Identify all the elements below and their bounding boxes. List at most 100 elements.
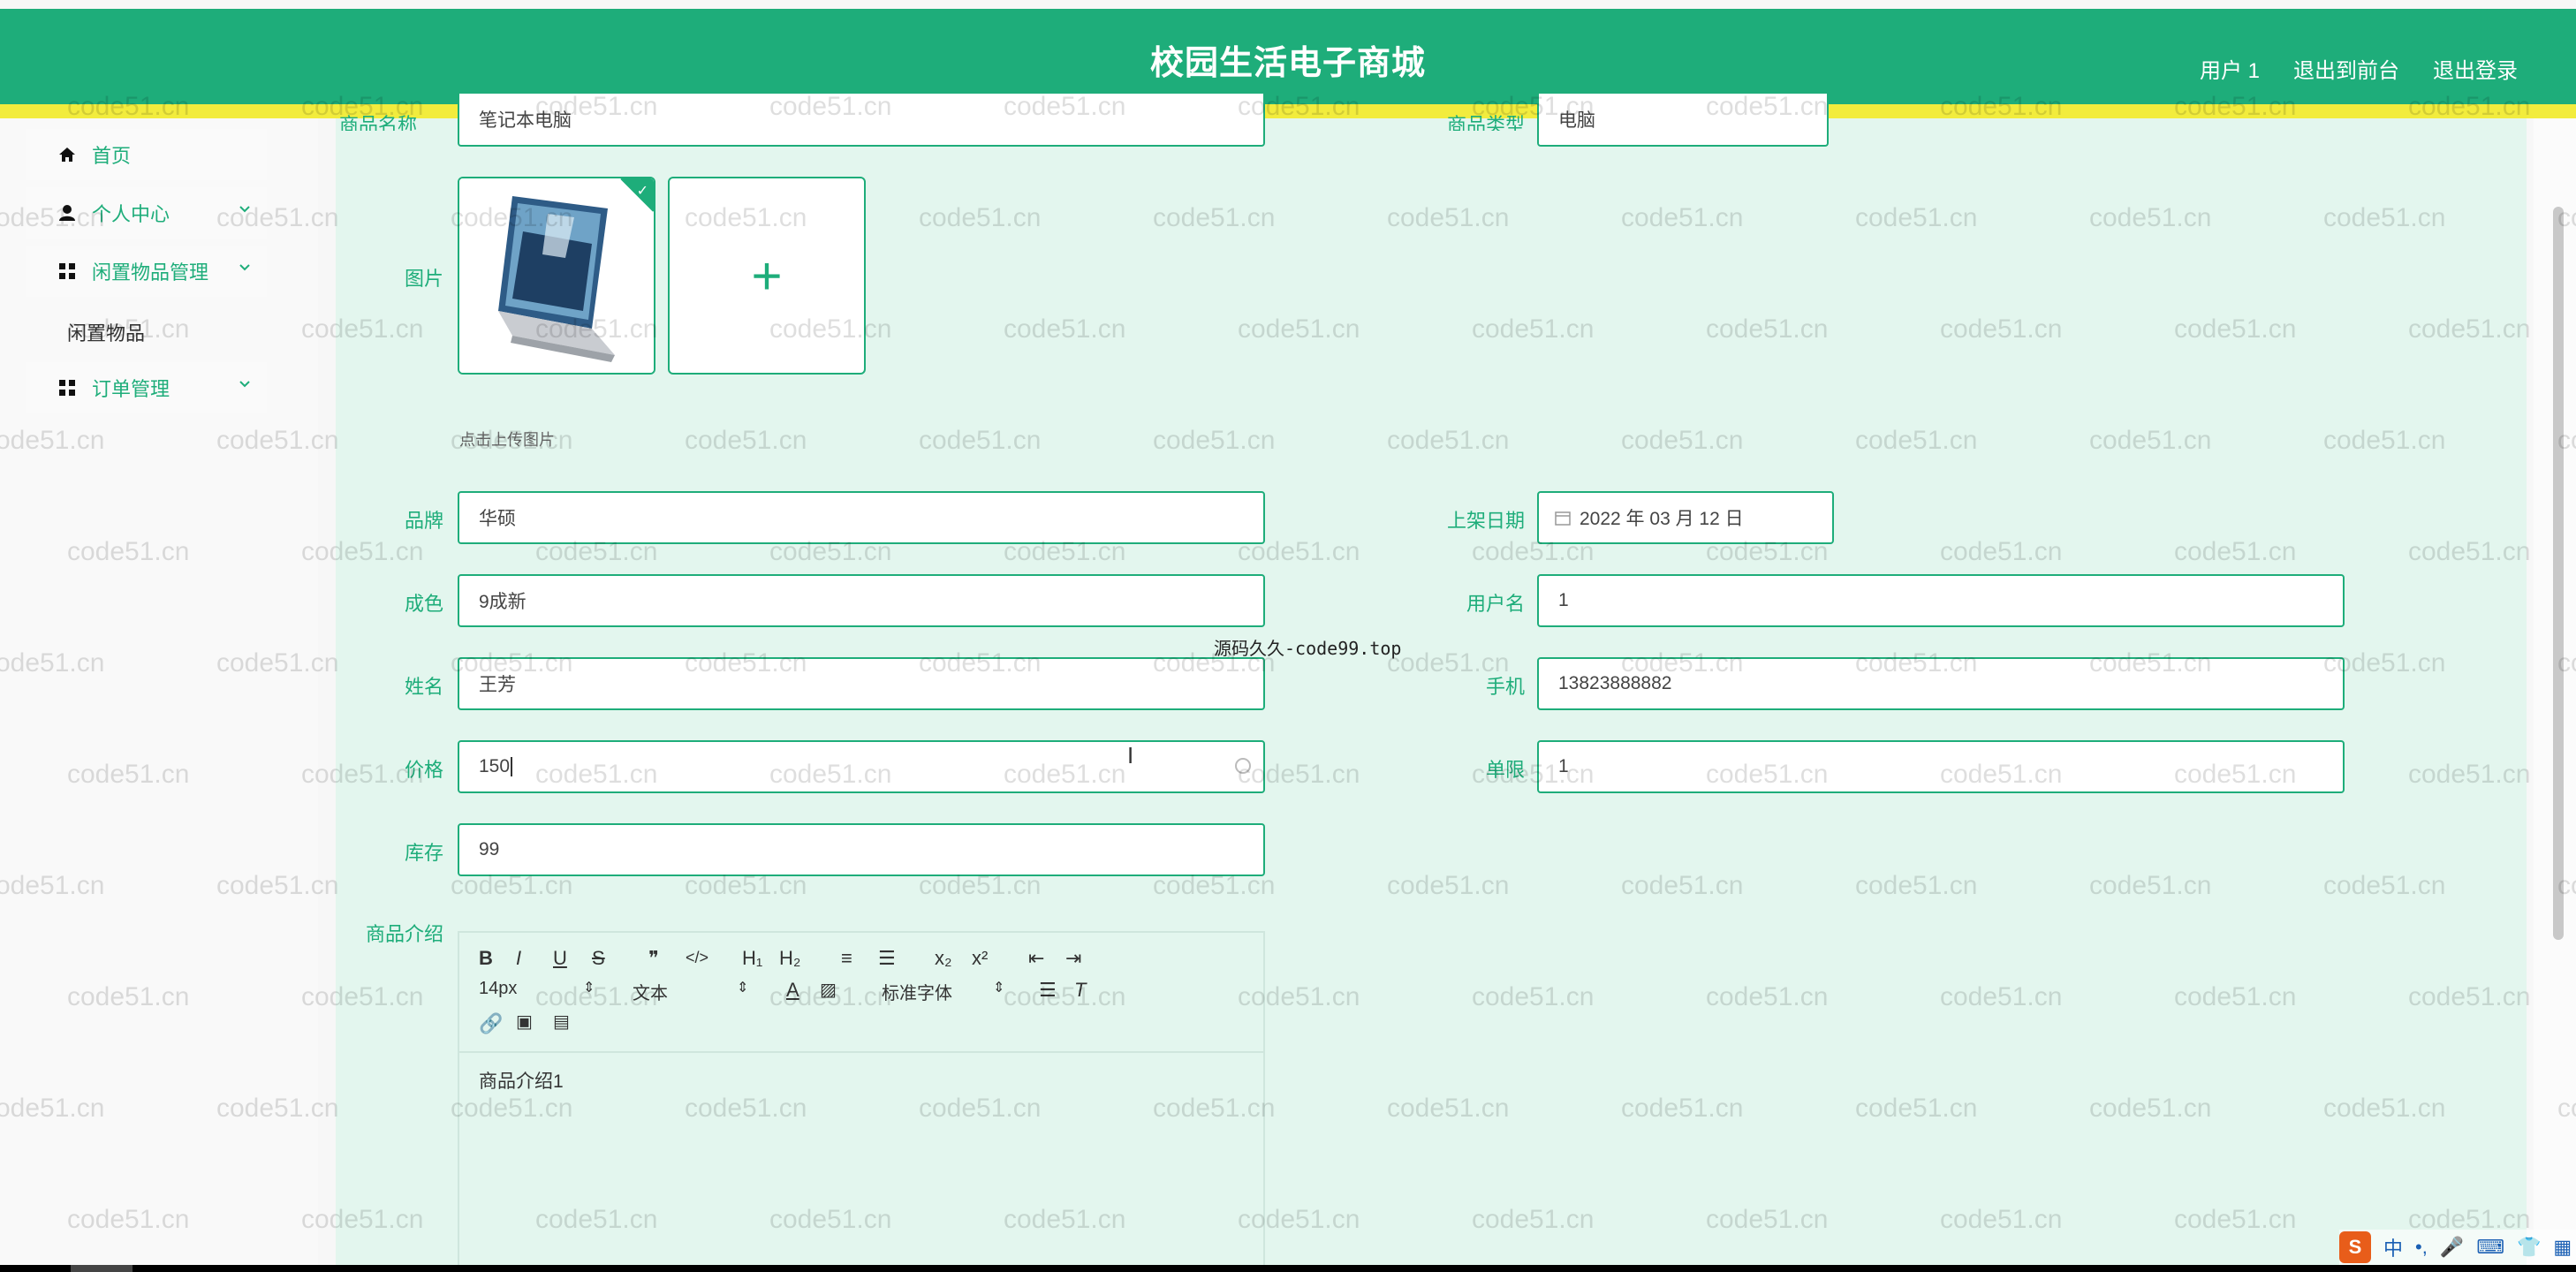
strike-button[interactable]: S [592, 947, 605, 970]
h2-button[interactable]: H₂ [779, 947, 800, 970]
price-value: 150 [479, 756, 511, 776]
ordered-list-button[interactable]: ≡ [841, 947, 852, 970]
site-title: 校园生活电子商城 [1149, 45, 1426, 82]
sidebar: 首页 个人中心 闲置物品管理 闲置物品 订单管理 [0, 118, 318, 1265]
chevron-down-icon [239, 381, 250, 388]
sidebar-item-label: 闲置物品管理 [92, 261, 209, 284]
code-button[interactable]: </> [686, 949, 708, 967]
sidebar-item-label: 订单管理 [92, 378, 170, 400]
sidebar-item-label: 首页 [92, 145, 132, 167]
brand-label: 品牌 [404, 510, 443, 532]
bullet-list-button[interactable]: ☰ [878, 947, 896, 970]
updown-icon: ⇕ [583, 980, 595, 996]
font-size-select[interactable]: 14px [479, 979, 517, 999]
keyboard-icon[interactable]: ⌨ [2476, 1236, 2504, 1259]
editor-content[interactable]: 商品介绍1 [459, 1053, 1263, 1108]
user-icon [58, 204, 76, 222]
source-note: 源码久久-code99.top [1214, 638, 1402, 659]
microphone-icon[interactable]: 🎤 [2440, 1236, 2464, 1259]
bottom-edge [0, 1265, 2576, 1272]
upload-image-button[interactable]: + [668, 177, 866, 375]
punctuation-icon[interactable]: •, [2415, 1236, 2428, 1259]
sidebar-subitem-idle-goods[interactable]: 闲置物品 [67, 318, 145, 346]
image-icon[interactable]: ▣ [516, 1011, 533, 1033]
top-header: 校园生活电子商城 用户 1 退出到前台 退出登录 [0, 9, 2576, 104]
grid-icon [58, 379, 76, 397]
brand-input[interactable]: 华硕 [458, 491, 1265, 544]
header-nav: 用户 1 退出到前台 退出登录 [2200, 53, 2518, 84]
updown-icon: ⇕ [993, 980, 1005, 996]
name-label: 姓名 [404, 676, 443, 698]
underline-button[interactable]: U [553, 947, 567, 970]
exit-to-front-link[interactable]: 退出到前台 [2293, 53, 2399, 84]
limit-label: 单限 [1485, 759, 1525, 781]
ime-logo: S [2339, 1231, 2371, 1263]
intro-label: 商品介绍 [365, 923, 443, 945]
listing-date-label: 上架日期 [1446, 510, 1525, 532]
phone-label: 手机 [1485, 676, 1525, 698]
plus-icon: + [751, 246, 783, 306]
updown-icon: ⇕ [737, 980, 749, 996]
align-icon[interactable]: ☰ [1039, 979, 1057, 1002]
product-name-label: 商品名称 [338, 114, 417, 131]
chevron-down-icon [239, 264, 250, 271]
subscript-button[interactable]: x₂ [935, 947, 952, 970]
clear-format-icon[interactable]: T [1074, 979, 1086, 1002]
product-name-input[interactable]: 笔记本电脑 [458, 94, 1265, 147]
paragraph-select[interactable]: 文本 [633, 979, 668, 1004]
sidebar-item-home[interactable]: 首页 [27, 129, 267, 180]
grid-icon [58, 262, 76, 280]
logout-link[interactable]: 退出登录 [2433, 53, 2518, 84]
price-input[interactable]: 150 [458, 740, 1265, 793]
editor-toolbar: B I U S ❞ </> H₁ H₂ ≡ ☰ x₂ x² ⇤ ⇥ 14px ⇕… [459, 933, 1263, 1053]
product-type-label: 商品类型 [1446, 114, 1525, 131]
phone-input[interactable]: 13823888882 [1537, 657, 2345, 710]
clear-icon[interactable] [1235, 758, 1251, 774]
h1-button[interactable]: H₁ [742, 947, 762, 970]
stock-input[interactable]: 99 [458, 823, 1265, 876]
laptop-image [459, 178, 654, 373]
image-label: 图片 [404, 268, 443, 290]
home-icon [58, 146, 76, 163]
background-color-icon[interactable]: ▨ [820, 979, 837, 1001]
superscript-button[interactable]: x² [972, 947, 988, 970]
ime-language[interactable]: 中 [2383, 1233, 2403, 1261]
quote-button[interactable]: ❞ [648, 947, 659, 970]
name-input[interactable]: 王芳 [458, 657, 1265, 710]
chevron-down-icon [239, 206, 250, 213]
scroll-thumb[interactable] [2553, 207, 2564, 940]
uploaded-image-thumb[interactable]: ✓ [458, 177, 655, 375]
upload-tip: 点击上传图片 [459, 431, 555, 449]
listing-date-value: 2022 年 03 月 12 日 [1580, 509, 1744, 529]
price-label: 价格 [404, 759, 443, 781]
page-scrollbar[interactable] [2534, 118, 2576, 1265]
text-cursor-icon: I [1127, 742, 1134, 768]
font-color-icon[interactable]: A [786, 979, 799, 1002]
condition-input[interactable]: 9成新 [458, 574, 1265, 627]
sidebar-item-personal-center[interactable]: 个人中心 [27, 187, 267, 238]
font-family-select[interactable]: 标准字体 [882, 979, 952, 1004]
apps-icon[interactable]: ▦ [2553, 1236, 2572, 1259]
limit-input[interactable]: 1 [1537, 740, 2345, 793]
skin-icon[interactable]: 👕 [2517, 1236, 2541, 1259]
username-label: 用户名 [1466, 593, 1525, 615]
listing-date-picker[interactable]: 2022 年 03 月 12 日 [1537, 491, 1834, 544]
rich-text-editor: B I U S ❞ </> H₁ H₂ ≡ ☰ x₂ x² ⇤ ⇥ 14px ⇕… [458, 931, 1265, 1265]
bold-button[interactable]: B [479, 947, 493, 970]
username-input[interactable]: 1 [1537, 574, 2345, 627]
text-caret [511, 757, 513, 776]
current-user-link[interactable]: 用户 1 [2200, 53, 2260, 84]
condition-label: 成色 [404, 593, 443, 615]
ime-toolbar[interactable]: S 中 •, 🎤 ⌨ 👕 ▦ [2339, 1230, 2576, 1265]
app-window: 校园生活电子商城 用户 1 退出到前台 退出登录 首页 个人中心 闲置物品管理 [0, 0, 2576, 1265]
stock-label: 库存 [404, 842, 443, 864]
product-type-select[interactable]: 电脑 [1537, 94, 1829, 147]
sidebar-item-label: 个人中心 [92, 203, 170, 225]
italic-button[interactable]: I [516, 947, 521, 970]
link-icon[interactable]: 🔗 [479, 1012, 503, 1035]
video-icon[interactable]: ▤ [553, 1011, 570, 1033]
sidebar-item-idle-goods-management[interactable]: 闲置物品管理 [27, 246, 267, 297]
indent-button[interactable]: ⇥ [1065, 947, 1081, 970]
outdent-button[interactable]: ⇤ [1028, 947, 1044, 970]
sidebar-item-order-management[interactable]: 订单管理 [27, 362, 267, 413]
